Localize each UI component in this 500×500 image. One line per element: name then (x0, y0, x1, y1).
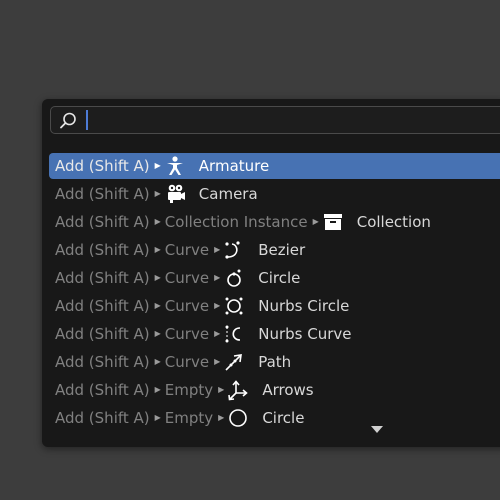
search-result-row[interactable]: Add (Shift A) ▶ Empty ▶ Circle (49, 405, 500, 431)
submenu-arrow-icon: ▶ (214, 356, 221, 366)
menu-path-segment: Curve (164, 241, 210, 259)
menu-path-segment: Add (Shift A) (55, 325, 150, 343)
submenu-arrow-icon: ▶ (154, 244, 161, 254)
search-result-row[interactable]: Add (Shift A) ▶ Empty ▶ Arrows (49, 377, 500, 403)
item-label: Circle (258, 269, 301, 287)
menu-path-segment: Empty (164, 409, 214, 427)
submenu-arrow-icon: ▶ (218, 412, 225, 422)
submenu-arrow-icon: ▶ (312, 216, 319, 226)
menu-path-segment: Curve (164, 325, 210, 343)
menu-path-segment: Collection Instance (164, 213, 308, 231)
search-result-row[interactable]: Add (Shift A) ▶ Curve ▶ Nurbs Circle (49, 293, 500, 319)
search-result-row[interactable]: Add (Shift A) ▶ Curve ▶ Path (49, 349, 500, 375)
menu-path-segment: Add (Shift A) (55, 381, 150, 399)
menu-path-segment: Add (Shift A) (55, 409, 150, 427)
search-field[interactable] (50, 106, 500, 134)
item-label: Path (258, 353, 292, 371)
submenu-arrow-icon: ▶ (214, 272, 221, 282)
item-label: Arrows (262, 381, 314, 399)
search-result-row[interactable]: Add (Shift A) ▶ Curve ▶ Circle (49, 265, 500, 291)
submenu-arrow-icon: ▶ (214, 300, 221, 310)
menu-path-segment: Empty (164, 381, 214, 399)
menu-path-segment: Add (Shift A) (55, 297, 150, 315)
search-result-row[interactable]: Add (Shift A) ▶ Collection Instance ▶ Collec… (49, 209, 500, 235)
item-label: Nurbs Circle (258, 297, 350, 315)
collection-icon (321, 211, 345, 233)
submenu-arrow-icon: ▶ (154, 216, 161, 226)
empty-circle-icon (226, 407, 250, 429)
bezier-curve-icon (222, 239, 246, 261)
scroll-down-icon[interactable] (371, 426, 383, 433)
nurbs-circle-icon (222, 295, 246, 317)
item-label: Bezier (258, 241, 306, 259)
item-label: Collection (356, 213, 431, 231)
submenu-arrow-icon: ▶ (154, 384, 161, 394)
search-result-row[interactable]: Add (Shift A) ▶ Armature (49, 153, 500, 179)
submenu-arrow-icon: ▶ (154, 272, 161, 282)
menu-path-segment: Add (Shift A) (55, 241, 150, 259)
search-input[interactable] (91, 109, 495, 133)
camera-icon (163, 183, 187, 205)
submenu-arrow-icon: ▶ (154, 412, 161, 422)
submenu-arrow-icon: ▶ (154, 356, 161, 366)
curve-circle-icon (222, 267, 246, 289)
nurbs-curve-icon (222, 323, 246, 345)
submenu-arrow-icon: ▶ (154, 300, 161, 310)
search-icon (57, 110, 79, 132)
menu-path-segment: Add (Shift A) (55, 213, 150, 231)
submenu-arrow-icon: ▶ (154, 160, 161, 170)
item-label: Circle (262, 409, 305, 427)
menu-path-segment: Curve (164, 353, 210, 371)
search-result-row[interactable]: Add (Shift A) ▶ Camera (49, 181, 500, 207)
submenu-arrow-icon: ▶ (214, 328, 221, 338)
path-icon (222, 351, 246, 373)
item-label: Camera (198, 185, 258, 203)
submenu-arrow-icon: ▶ (218, 384, 225, 394)
search-result-row[interactable]: Add (Shift A) ▶ Curve ▶ Bezier (49, 237, 500, 263)
submenu-arrow-icon: ▶ (214, 244, 221, 254)
menu-path-segment: Curve (164, 297, 210, 315)
menu-path-segment: Add (Shift A) (55, 185, 150, 203)
submenu-arrow-icon: ▶ (154, 328, 161, 338)
menu-path-segment: Add (Shift A) (55, 353, 150, 371)
submenu-arrow-icon: ▶ (154, 188, 161, 198)
menu-path-segment: Add (Shift A) (55, 157, 150, 175)
text-cursor (86, 110, 88, 130)
menu-path-segment: Add (Shift A) (55, 269, 150, 287)
item-label: Nurbs Curve (258, 325, 352, 343)
item-label: Armature (198, 157, 270, 175)
search-result-row[interactable]: Add (Shift A) ▶ Curve ▶ Nurbs Curve (49, 321, 500, 347)
armature-icon (163, 155, 187, 177)
arrows-icon (226, 379, 250, 401)
menu-path-segment: Curve (164, 269, 210, 287)
